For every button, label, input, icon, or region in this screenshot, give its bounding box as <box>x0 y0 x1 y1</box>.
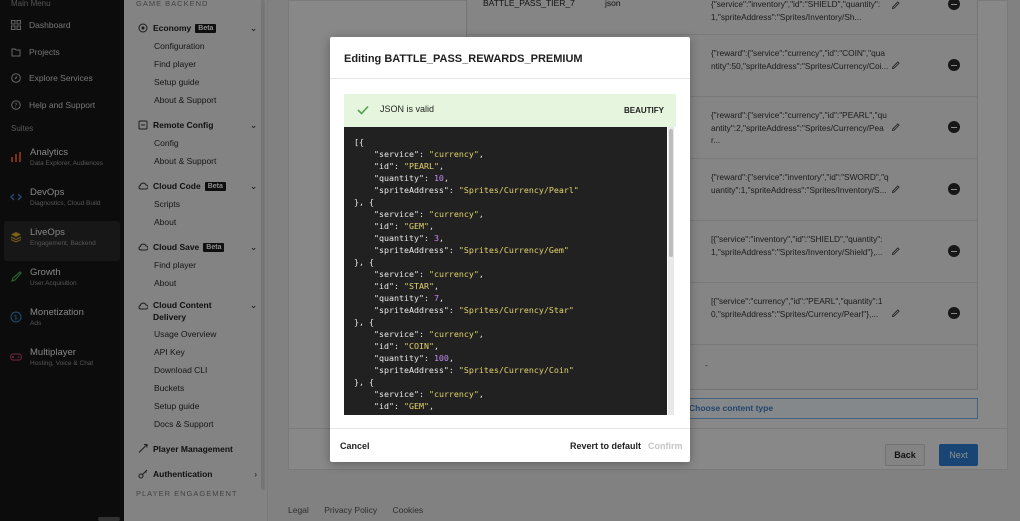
revert-to-default-button[interactable]: Revert to default <box>570 441 641 451</box>
confirm-button[interactable]: Confirm <box>648 441 683 451</box>
edit-json-dialog: Editing BATTLE_PASS_REWARDS_PREMIUM JSON… <box>330 37 690 462</box>
cancel-button[interactable]: Cancel <box>340 441 370 451</box>
check-icon <box>357 105 369 115</box>
dialog-title: Editing BATTLE_PASS_REWARDS_PREMIUM <box>344 53 583 65</box>
validation-message: JSON is valid <box>380 104 435 114</box>
beautify-button[interactable]: BEAUTIFY <box>624 106 664 115</box>
json-valid-banner: JSON is valid BEAUTIFY <box>344 94 676 127</box>
divider <box>330 78 690 79</box>
divider <box>330 428 690 429</box>
json-editor[interactable]: [{ "service": "currency", "id": "PEARL",… <box>344 127 667 415</box>
editor-scrollbar-thumb[interactable] <box>669 129 673 257</box>
json-code[interactable]: [{ "service": "currency", "id": "PEARL",… <box>344 127 667 412</box>
